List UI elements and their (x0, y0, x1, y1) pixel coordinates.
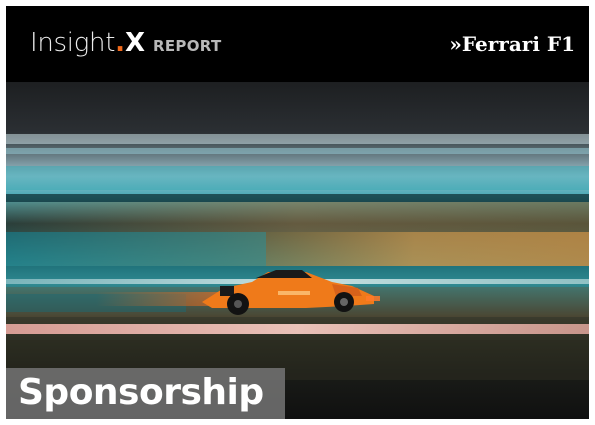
brand-dot: . (115, 28, 125, 58)
brand-logo[interactable]: Insight. X REPORT (30, 28, 221, 64)
brand-report: REPORT (153, 37, 222, 55)
card-header: Insight. X REPORT »Ferrari F1 (6, 6, 589, 82)
article-card[interactable]: Insight. X REPORT »Ferrari F1 Sponsorshi… (6, 6, 589, 419)
brand-x: X (124, 28, 146, 58)
category-badge[interactable]: Sponsorship (6, 368, 285, 419)
section-tag[interactable]: »Ferrari F1 (449, 32, 575, 56)
brand-name: Insight (30, 28, 116, 58)
category-label: Sponsorship (18, 372, 264, 413)
